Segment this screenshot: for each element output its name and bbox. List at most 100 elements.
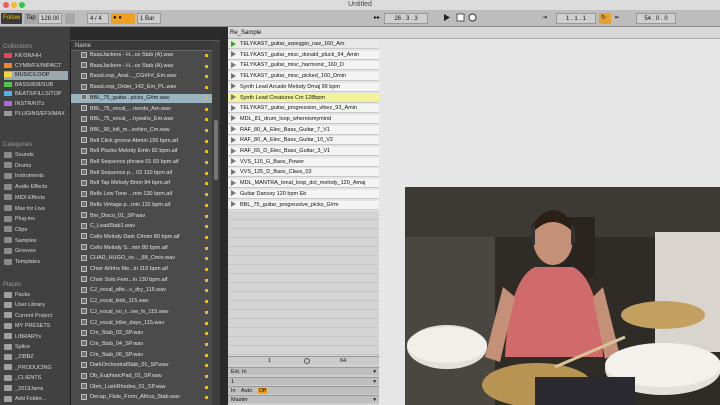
clip-slot[interactable]: MDL_MANTRA_tonal_loop_dct_melody_120_Ama… <box>228 179 379 189</box>
empty-clip-slots[interactable] <box>228 211 379 356</box>
place-item[interactable]: _2019Jams <box>4 385 68 394</box>
clip-slot[interactable]: BBL_75_guitar_progressive_picks_G#m <box>228 200 379 210</box>
record-icon[interactable] <box>466 13 479 24</box>
clip-launch-icon[interactable] <box>231 126 236 133</box>
file-row[interactable]: CJ_vocal_afte...v_dry_115.wav <box>71 286 212 295</box>
file-row[interactable]: Bells Low Tone ...min 130 bpm.aif <box>71 190 212 199</box>
clip-launch-icon[interactable] <box>231 51 236 58</box>
file-row[interactable]: Bell Sequence p... 02 110 bpm.aif <box>71 169 212 178</box>
category-item[interactable]: Drums <box>4 162 68 171</box>
file-row[interactable]: Dbm_LushRhodes_01_SP.wav <box>71 383 212 392</box>
category-item[interactable]: Plug-ins <box>4 215 68 224</box>
category-item[interactable]: Samples <box>4 237 68 246</box>
tempo-field[interactable]: 128.00 <box>38 13 62 24</box>
file-row[interactable]: DarkOrchestralStab_01_SP.wav <box>71 361 212 370</box>
category-item[interactable]: Clips <box>4 226 68 235</box>
place-item[interactable]: Splice <box>4 343 68 352</box>
file-row[interactable]: Cello Melody S...min 80 bpm.aif <box>71 244 212 253</box>
clip-launch-icon[interactable] <box>231 158 236 165</box>
clip-slot[interactable]: VVS_115_G_Bass_Power <box>228 157 379 167</box>
file-row[interactable]: CJ_vocal_no_t...ow_fx_115.wav <box>71 308 212 317</box>
clip-slot[interactable]: MDL_81_drum_loop_whereismymind <box>228 114 379 124</box>
file-row[interactable]: Bell Sequence phrase 01 83 bpm.aif <box>71 158 212 167</box>
file-row[interactable]: CJ_vocal_kids_115.wav <box>71 297 212 306</box>
file-row[interactable]: BassLoop_Anal..._CG#F#_Em.wav <box>71 72 212 81</box>
place-item[interactable]: Packs <box>4 291 68 300</box>
file-row[interactable]: Bell Plucks Melody Emin 82 bpm.aif <box>71 147 212 156</box>
file-row[interactable]: Choir Ahhhs Me...in 115 bpm.aif <box>71 265 212 274</box>
file-row[interactable]: CHAD_HUGO_vo..._88_Cmin.wav <box>71 254 212 263</box>
clip-launch-icon[interactable] <box>231 201 236 208</box>
clip-slot[interactable]: Synth Lead Creatures Cm 128bpm <box>228 93 379 103</box>
arrangement-position-icon[interactable]: ▸▸ <box>372 13 382 24</box>
category-item[interactable]: Audio Effects <box>4 183 68 192</box>
file-row[interactable]: Db_EuphoricPad_01_SP.wav <box>71 372 212 381</box>
place-item[interactable]: _CLIENTS <box>4 374 68 383</box>
clip-launch-icon[interactable] <box>231 168 236 175</box>
clip-launch-icon[interactable] <box>231 72 236 79</box>
place-item[interactable]: Add Folder... <box>4 395 68 404</box>
file-row[interactable]: Bell Tap Melody Bmin 84 bpm.aif <box>71 179 212 188</box>
clip-slot[interactable]: VVS_125_D_Bass_Class_03 <box>228 168 379 178</box>
file-row[interactable]: BassJackers - H...ce Stab (A).wav <box>71 51 212 60</box>
clip-slot[interactable]: TELYKAST_guitar_misc_harmonic_160_D <box>228 61 379 71</box>
file-row[interactable]: BBL_75_guitar...picks_G#m.wav <box>71 93 212 103</box>
clip-slot[interactable]: RAF_80_A_Elec_Bass_Guitar_7_V1 <box>228 125 379 135</box>
file-row[interactable]: BBL_75_vocal_...hyeahs_Em.wav <box>71 115 212 124</box>
clip-launch-icon[interactable] <box>231 94 236 101</box>
category-item[interactable]: Instruments <box>4 172 68 181</box>
output-select[interactable]: Master ▾ <box>228 395 379 403</box>
file-row[interactable]: BassLoop_Order_142_Em_PL.wav <box>71 83 212 92</box>
place-item[interactable]: Current Project <box>4 312 68 321</box>
collection-item[interactable]: CYMB/FX/IMPACT <box>4 62 68 71</box>
file-row[interactable]: Cello Melody Dark C#min 80 bpm.aif <box>71 233 212 242</box>
close-icon[interactable] <box>3 2 9 8</box>
punch-icon[interactable]: ⇥ <box>540 13 549 24</box>
category-item[interactable]: MIDI Effects <box>4 194 68 203</box>
clip-slot[interactable]: TELYKAST_guitar_arpeggio_raw_160_Am <box>228 40 379 49</box>
clip-slot[interactable]: TELYKAST_guitar_misc_picked_160_Dmin <box>228 72 379 82</box>
clip-slot[interactable]: TELYKAST_guitar_progression_vibez_93_Ami… <box>228 104 379 114</box>
collection-item[interactable]: BEATS/FILLS/TOP <box>4 90 68 99</box>
track-header[interactable]: Re_Sample <box>228 27 720 39</box>
file-row[interactable]: BBL_75_vocal_...riends_Am.wav <box>71 105 212 114</box>
monitor-auto-button[interactable]: Auto <box>241 388 252 394</box>
file-row[interactable]: CJ_vocal_tribe_days_115.wav <box>71 319 212 328</box>
clip-launch-icon[interactable] <box>231 115 236 122</box>
file-row[interactable]: C_LeadStab1.wav <box>71 222 212 231</box>
follow-button[interactable]: Follow <box>1 13 23 24</box>
name-column-header[interactable]: Name <box>71 41 212 51</box>
clip-launch-icon[interactable] <box>231 190 236 197</box>
place-item[interactable]: _PRODUCING <box>4 364 68 373</box>
collection-item[interactable]: MUSIC/LOOP <box>4 71 68 81</box>
clip-launch-icon[interactable] <box>231 179 236 186</box>
file-row[interactable]: Cm_Stab_02_SP.wav <box>71 329 212 338</box>
file-row[interactable]: Bm_Disco_01_SP.wav <box>71 212 212 221</box>
play-icon[interactable] <box>441 13 453 24</box>
file-list-scrollbar[interactable] <box>212 41 220 405</box>
loop-length[interactable]: 54 . 0 . 0 <box>636 13 676 24</box>
category-item[interactable]: Max for Live <box>4 205 68 214</box>
collection-item[interactable]: PLUGINS/EFX/MAX <box>4 110 68 119</box>
input-channel-select[interactable]: 1 ▾ <box>228 377 379 385</box>
file-row[interactable]: Choir Solo Fem...in 130 bpm.aif <box>71 276 212 285</box>
file-row[interactable]: Bell Click groove Abmin 155 bpm.aif <box>71 137 212 146</box>
place-item[interactable]: LIBRARYs <box>4 333 68 342</box>
place-item[interactable]: MY PRESETS <box>4 322 68 331</box>
file-row[interactable]: Decap_Flute_From_Africa_Stab.wav <box>71 393 212 402</box>
tap-button[interactable]: Tap <box>24 13 38 24</box>
clip-slot[interactable]: RAF_65_D_Elec_Bass_Guitar_3_V1 <box>228 147 379 156</box>
monitor-off-button[interactable]: Off <box>257 388 267 394</box>
collection-item[interactable]: BASS/808/SUB <box>4 81 68 90</box>
zoom-icon[interactable] <box>19 2 25 8</box>
clip-launch-icon[interactable] <box>231 83 236 90</box>
clip-slot[interactable]: RAF_80_A_Elec_Bass_Guitar_10_V2 <box>228 136 379 146</box>
clip-launch-icon[interactable] <box>231 104 236 111</box>
clip-launch-icon[interactable] <box>231 136 236 143</box>
clip-launch-icon[interactable] <box>231 147 236 154</box>
monitor-in-button[interactable]: In <box>231 388 236 394</box>
collection-item[interactable]: KK/SN/HH <box>4 52 68 61</box>
clip-launch-icon[interactable] <box>231 40 236 47</box>
song-position[interactable]: 26 . 3 . 3 <box>384 13 428 24</box>
clip-slot[interactable]: TELYKAST_guitar_misc_donald_pluck_94_Ami… <box>228 50 379 60</box>
